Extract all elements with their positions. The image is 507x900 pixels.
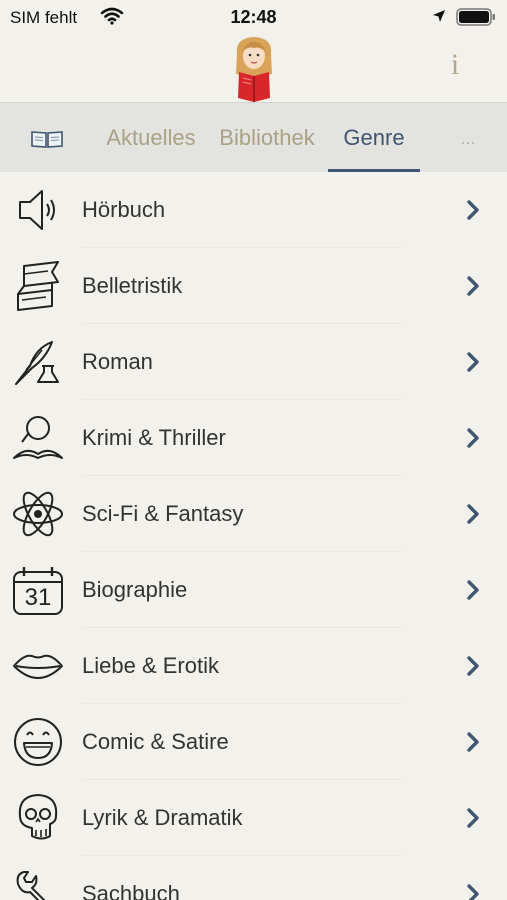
location-arrow-icon <box>433 10 445 22</box>
genre-row-belletristik[interactable]: Belletristik <box>0 248 507 324</box>
tab-reader[interactable] <box>30 103 66 173</box>
speaker-icon <box>19 190 55 230</box>
tab-bar: Aktuelles Bibliothek Genre ... <box>0 102 507 172</box>
genre-row-roman[interactable]: Roman <box>0 324 507 400</box>
genre-label: Liebe & Erotik <box>82 653 219 678</box>
info-button[interactable]: i <box>440 48 470 88</box>
chevron-right-icon <box>467 884 479 900</box>
laughing-face-icon <box>14 718 62 766</box>
genre-row-biographie[interactable]: 31 Biographie <box>0 552 507 628</box>
genre-row-comic[interactable]: Comic & Satire <box>0 704 507 780</box>
genre-row-lyrik[interactable]: Lyrik & Dramatik <box>0 780 507 856</box>
genre-list: Hörbuch Belletristik Roman Krimi & Thril… <box>0 172 507 900</box>
genre-label: Sachbuch <box>82 881 180 900</box>
tab-aktuelles[interactable]: Aktuelles <box>98 103 204 173</box>
genre-row-krimi[interactable]: Krimi & Thriller <box>0 400 507 476</box>
tab-genre[interactable]: Genre <box>328 103 420 173</box>
reading-girl-logo[interactable] <box>229 34 279 102</box>
open-book-icon <box>31 131 63 148</box>
status-bar: SIM fehlt 12:48 <box>0 0 507 34</box>
status-time: 12:48 <box>230 7 277 27</box>
genre-label: Krimi & Thriller <box>82 425 226 450</box>
genre-row-sachbuch[interactable]: Sachbuch <box>0 856 507 900</box>
atom-icon <box>13 491 63 537</box>
calendar-day: 31 <box>24 584 52 611</box>
genre-label: Hörbuch <box>82 197 166 222</box>
genre-label: Sci-Fi & Fantasy <box>82 501 244 526</box>
ribbon-banner-icon <box>17 261 59 311</box>
chevron-right-icon <box>467 808 479 828</box>
genre-label: Biographie <box>82 577 188 602</box>
genre-label: Comic & Satire <box>82 729 229 754</box>
chevron-right-icon <box>467 580 479 600</box>
chevron-right-icon <box>467 428 479 448</box>
battery-icon <box>456 8 495 26</box>
chevron-right-icon <box>467 732 479 752</box>
tab-bibliothek[interactable]: Bibliothek <box>212 103 322 173</box>
genre-label: Roman <box>82 349 153 374</box>
genre-label: Lyrik & Dramatik <box>82 805 243 830</box>
app-header: i <box>0 34 507 102</box>
monocle-mustache-icon <box>13 416 63 459</box>
wrench-icon <box>16 871 46 900</box>
genre-row-hoerbuch[interactable]: Hörbuch <box>0 172 507 248</box>
quill-inkwell-icon <box>15 341 59 385</box>
genre-row-liebe[interactable]: Liebe & Erotik <box>0 628 507 704</box>
genre-row-scifi[interactable]: Sci-Fi & Fantasy <box>0 476 507 552</box>
chevron-right-icon <box>467 656 479 676</box>
chevron-right-icon <box>467 504 479 524</box>
lips-icon <box>13 654 63 679</box>
chevron-right-icon <box>467 276 479 296</box>
skull-icon <box>18 794 58 840</box>
calendar-icon: 31 <box>12 564 64 616</box>
genre-label: Belletristik <box>82 273 183 298</box>
chevron-right-icon <box>467 200 479 220</box>
tab-more[interactable]: ... <box>448 103 488 173</box>
chevron-right-icon <box>467 352 479 372</box>
